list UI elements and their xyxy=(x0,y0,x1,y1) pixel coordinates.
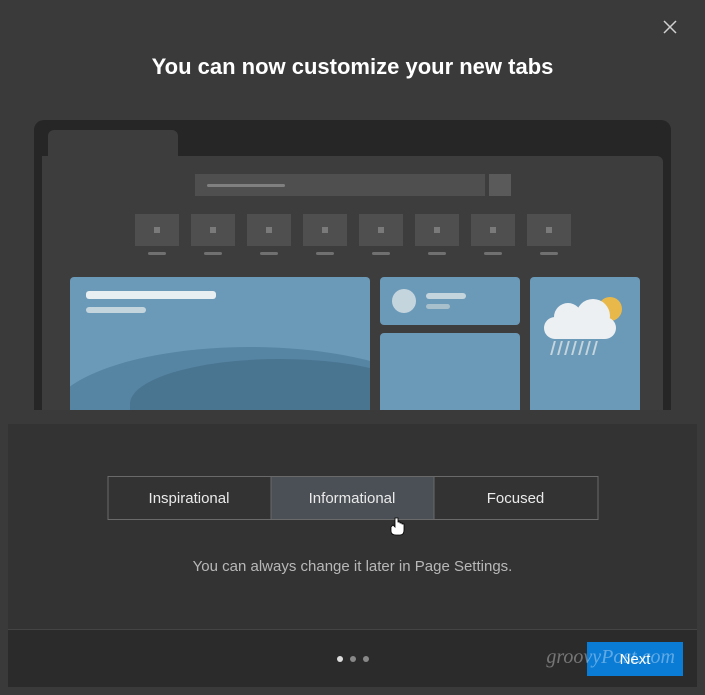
mock-card-small xyxy=(380,333,520,410)
cloud-icon xyxy=(544,305,616,339)
close-icon xyxy=(663,20,677,34)
mock-weather-card xyxy=(530,277,640,410)
pager-dot[interactable] xyxy=(350,656,356,662)
mock-search-button xyxy=(489,174,511,196)
tab-focused[interactable]: Focused xyxy=(434,477,597,519)
browser-mock-content xyxy=(42,156,663,410)
tab-inspirational[interactable]: Inspirational xyxy=(108,477,271,519)
mock-search-bar xyxy=(195,174,485,196)
dialog-subtitle: You can always change it later in Page S… xyxy=(4,558,701,575)
dialog-footer: Next xyxy=(8,629,697,687)
pager-dot[interactable] xyxy=(337,656,343,662)
mock-news-card-large xyxy=(70,277,370,410)
layout-preview xyxy=(22,120,683,410)
next-button[interactable]: Next xyxy=(587,642,683,676)
mock-speed-dials xyxy=(70,214,635,255)
close-button[interactable] xyxy=(663,20,683,40)
layout-tab-selector: Inspirational Informational Focused xyxy=(107,476,598,520)
mock-news-cards xyxy=(70,277,635,410)
tab-informational[interactable]: Informational xyxy=(271,477,434,519)
avatar-icon xyxy=(392,289,416,313)
dialog-title: You can now customize your new tabs xyxy=(4,54,701,80)
bottom-panel xyxy=(8,424,697,644)
rain-icon xyxy=(552,341,596,355)
mock-search-row xyxy=(70,174,635,196)
browser-mock-frame xyxy=(34,120,671,410)
onboarding-dialog: You can now customize your new tabs xyxy=(4,4,701,691)
pager-dot[interactable] xyxy=(363,656,369,662)
step-pager xyxy=(337,656,369,662)
mock-profile-card xyxy=(380,277,520,325)
browser-mock-tab xyxy=(48,130,178,158)
